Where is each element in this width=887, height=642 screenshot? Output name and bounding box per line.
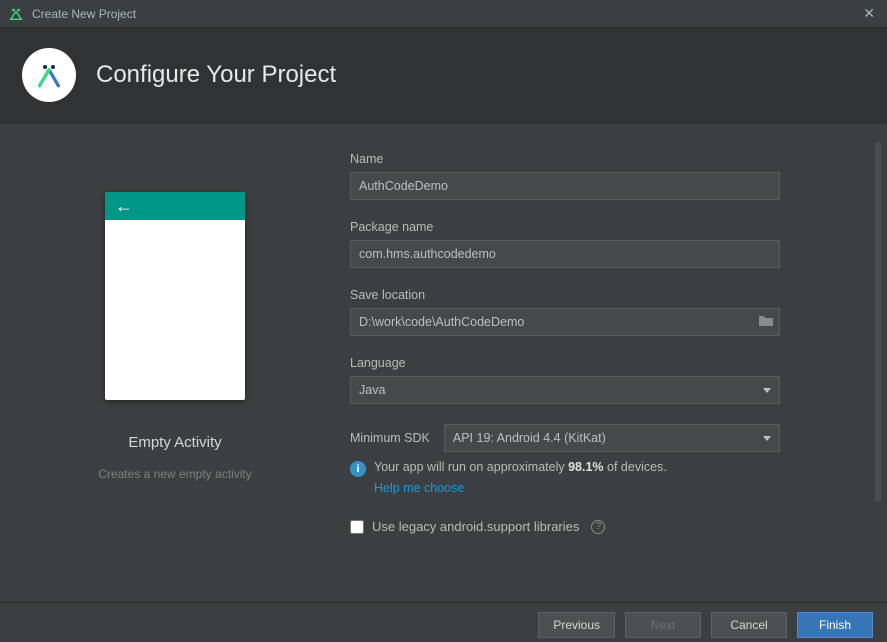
location-label: Save location xyxy=(350,288,861,302)
page-title: Configure Your Project xyxy=(96,61,336,89)
next-button[interactable]: Next xyxy=(625,612,701,638)
legacy-label: Use legacy android.support libraries xyxy=(372,519,579,534)
name-input[interactable] xyxy=(350,172,780,200)
field-name: Name xyxy=(350,152,861,200)
cancel-button[interactable]: Cancel xyxy=(711,612,787,638)
language-label: Language xyxy=(350,356,861,370)
minsdk-select[interactable]: API 19: Android 4.4 (KitKat) xyxy=(444,424,780,452)
compat-text: Your app will run on approximately 98.1%… xyxy=(374,460,667,474)
window-title: Create New Project xyxy=(32,7,859,21)
form-column: Name Package name Save location Language… xyxy=(350,124,887,602)
field-location: Save location xyxy=(350,288,861,336)
help-me-choose-link[interactable]: Help me choose xyxy=(374,481,464,495)
fade-mask xyxy=(350,584,861,602)
package-label: Package name xyxy=(350,220,861,234)
field-language: Language Java xyxy=(350,356,861,404)
finish-button[interactable]: Finish xyxy=(797,612,873,638)
field-package: Package name xyxy=(350,220,861,268)
header: Configure Your Project xyxy=(0,28,887,124)
close-icon[interactable]: ✕ xyxy=(859,5,879,22)
back-arrow-icon: ← xyxy=(115,197,133,215)
legacy-row: Use legacy android.support libraries ? xyxy=(350,519,861,534)
titlebar: Create New Project ✕ xyxy=(0,0,887,28)
preview-appbar: ← xyxy=(105,192,245,220)
template-description: Creates a new empty activity xyxy=(98,467,251,481)
template-preview: ← xyxy=(105,192,245,400)
template-name: Empty Activity xyxy=(128,434,221,451)
footer: Previous Next Cancel Finish xyxy=(0,602,887,642)
content: ← Empty Activity Creates a new empty act… xyxy=(0,124,887,602)
minsdk-label: Minimum SDK xyxy=(350,431,430,445)
legacy-checkbox[interactable] xyxy=(350,520,364,534)
previous-button[interactable]: Previous xyxy=(538,612,615,638)
template-preview-column: ← Empty Activity Creates a new empty act… xyxy=(0,124,350,602)
field-minsdk: Minimum SDK API 19: Android 4.4 (KitKat)… xyxy=(350,424,861,495)
language-select[interactable]: Java xyxy=(350,376,780,404)
info-icon: i xyxy=(350,461,366,477)
browse-folder-icon[interactable] xyxy=(758,313,774,330)
scrollbar[interactable] xyxy=(875,142,881,502)
name-label: Name xyxy=(350,152,861,166)
location-input[interactable] xyxy=(350,308,780,336)
compat-info: i Your app will run on approximately 98.… xyxy=(350,460,861,477)
package-input[interactable] xyxy=(350,240,780,268)
help-icon[interactable]: ? xyxy=(591,520,605,534)
android-studio-badge-icon xyxy=(22,48,76,102)
android-studio-logo-icon xyxy=(8,6,24,22)
